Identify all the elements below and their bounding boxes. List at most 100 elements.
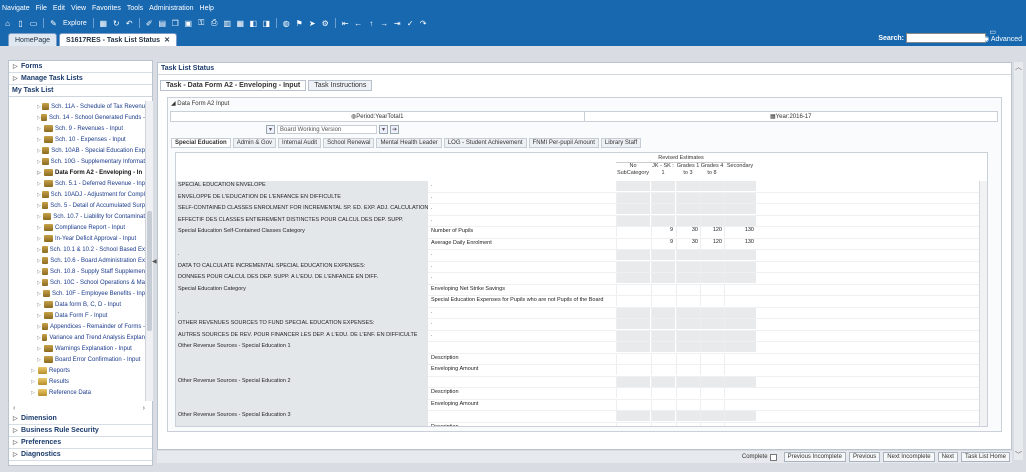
expand-arrow-icon[interactable]: ▷ [37,346,44,352]
go-arrow-icon[interactable]: ➔ [390,125,399,134]
grid-cell[interactable] [676,204,700,214]
grid-cell[interactable] [676,307,700,318]
grid-cell[interactable] [616,227,650,237]
tree-task-item[interactable]: ▷ Sch. 10.6 - Board Administration Ex [9,255,145,266]
grid-cell[interactable] [651,215,675,226]
grid-cell[interactable] [616,422,650,426]
grid-cell[interactable] [616,307,650,318]
grid-cell[interactable] [676,342,700,352]
chevron-right-icon[interactable]: › [143,405,145,412]
grid-cell[interactable] [700,215,724,226]
grid-cell[interactable]: 130 [724,238,756,249]
undo-icon[interactable]: ↶ [124,18,135,29]
expand-arrow-icon[interactable]: ▷ [37,181,44,187]
grid-cell[interactable] [616,192,650,203]
grid-cell[interactable] [616,261,650,272]
grid-cell[interactable] [651,411,675,421]
tree-horizontal-scrollbar[interactable]: ‹ › [13,404,145,412]
tree-folder[interactable]: ▷ Reference Data [9,387,145,398]
grid-tab[interactable]: Internal Audit [278,138,322,148]
menu-tools[interactable]: Tools [127,5,143,12]
grid-tab[interactable]: Library Staff [600,138,642,148]
grid-cell[interactable] [700,273,724,283]
grid-cell[interactable] [676,399,700,410]
expand-arrow-icon[interactable]: ▷ [31,379,38,385]
grid-cell[interactable] [724,296,756,306]
grid-cell[interactable] [700,342,724,352]
first-icon[interactable]: ⇤ [340,18,351,29]
grid-cell[interactable]: 120 [700,227,724,237]
grid-cell[interactable] [700,365,724,375]
expand-arrow-icon[interactable]: ▷ [37,357,44,363]
grid-tab[interactable]: School Renewal [323,138,375,148]
grid-cell[interactable] [700,376,724,387]
tree-task-item[interactable]: ▷ Data Form A2 - Enveloping - In [9,167,145,178]
up-icon[interactable]: ↑ [366,18,377,29]
grid-cell[interactable] [651,192,675,203]
grid-cell[interactable] [676,330,700,341]
home-icon[interactable]: ⌂ [2,18,13,29]
tree-task-item[interactable]: ▷ Variance and Trend Analysis Explan [9,332,145,343]
table-icon[interactable]: ▦ [235,18,246,29]
grid-cell[interactable] [724,250,756,260]
refresh-icon[interactable]: ↻ [111,18,122,29]
grid-cell[interactable] [700,284,724,295]
expand-arrow-icon[interactable]: ▷ [37,137,44,143]
previous-incomplete-button[interactable]: Previous Incomplete [783,452,846,462]
grid-cell[interactable] [724,204,756,214]
grid-cell[interactable] [724,388,756,398]
tree-task-item[interactable]: ▷ Compliance Report - Input [9,222,145,233]
grid-cell[interactable] [651,319,675,329]
new-icon[interactable]: ▯ [15,18,26,29]
grid-cell[interactable] [651,250,675,260]
tree-task-item[interactable]: ▷ Warnings Explanation - Input [9,343,145,354]
accordion-diagnostics[interactable]: ▷ Diagnostics [9,449,152,461]
chevron-down-icon[interactable]: ▾ [266,125,275,134]
expand-arrow-icon[interactable]: ▷ [37,302,44,308]
grid-cell[interactable] [676,388,700,398]
grid-cell[interactable] [676,273,700,283]
grid-cell[interactable] [651,204,675,214]
grid-cell[interactable] [700,192,724,203]
tree-task-item[interactable]: ▷ Sch. 10F - Employee Benefits - Inp [9,288,145,299]
grid-cell[interactable] [616,273,650,283]
grid-cell[interactable] [616,399,650,410]
grid-cell[interactable] [676,365,700,375]
grid-cell[interactable] [724,353,756,364]
grid-cell[interactable] [700,411,724,421]
grid-cell[interactable] [651,353,675,364]
expand-arrow-icon[interactable]: ▷ [37,126,44,132]
pov-period[interactable]: ◍ Period:YearTotal1 [171,112,584,121]
rule-icon[interactable]: ◨ [261,18,272,29]
grid-cell[interactable] [651,296,675,306]
menu-navigate[interactable]: Navigate [2,5,30,12]
grid-cell[interactable] [616,238,650,249]
grid-cell[interactable] [651,388,675,398]
grid-cell[interactable] [616,284,650,295]
grid-cell[interactable] [616,342,650,352]
my-task-list-header[interactable]: My Task List [9,85,152,97]
menu-file[interactable]: File [36,5,47,12]
expand-arrow-icon[interactable]: ▷ [31,390,38,396]
grid-cell[interactable] [616,365,650,375]
grid-cell[interactable] [651,273,675,283]
grid-cell[interactable] [724,319,756,329]
tree-task-item[interactable]: ▷ Sch. 10.1 & 10.2 - School Based Ex [9,244,145,255]
expand-arrow-icon[interactable]: ▷ [37,170,44,176]
complete-checkbox[interactable] [769,453,777,461]
grid-cell[interactable] [724,273,756,283]
page-dropdown[interactable]: Board Working Version [277,125,377,134]
last-icon[interactable]: ⇥ [392,18,403,29]
grid-cell[interactable] [724,422,756,426]
tree-task-item[interactable]: ▷ Appendices - Remainder of Forms - [9,321,145,332]
adhoc-icon[interactable]: ▤ [157,18,168,29]
grid-cell[interactable] [676,261,700,272]
grid-cell[interactable] [651,422,675,426]
grid-vertical-scrollbar[interactable] [979,181,987,426]
tree-task-item[interactable]: ▷ Sch. 10 - Expenses - Input [9,134,145,145]
chevron-left-icon[interactable]: ‹ [13,405,15,412]
tree-folder[interactable]: ▷ Results [9,376,145,387]
grid-cell[interactable] [700,353,724,364]
chart-icon[interactable]: ◧ [248,18,259,29]
next-icon[interactable]: → [379,18,390,29]
